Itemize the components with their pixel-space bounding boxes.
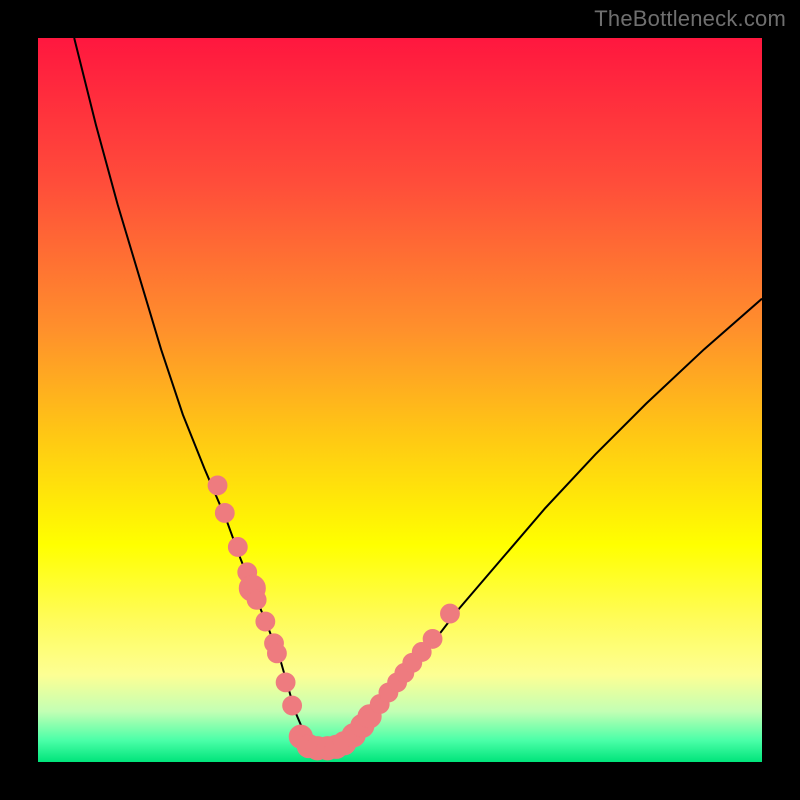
curve-layer	[38, 38, 762, 762]
data-marker	[208, 476, 227, 495]
data-marker	[215, 504, 234, 523]
data-marker	[276, 673, 295, 692]
data-marker	[423, 630, 442, 649]
data-marker	[283, 696, 302, 715]
data-markers	[208, 476, 459, 760]
plot-area	[38, 38, 762, 762]
bottleneck-curve	[74, 38, 762, 748]
data-marker	[228, 538, 247, 557]
chart-frame: TheBottleneck.com	[0, 0, 800, 800]
data-marker	[441, 604, 460, 623]
data-marker	[247, 590, 266, 609]
data-marker	[268, 644, 287, 663]
watermark-text: TheBottleneck.com	[594, 6, 786, 32]
data-marker	[256, 612, 275, 631]
